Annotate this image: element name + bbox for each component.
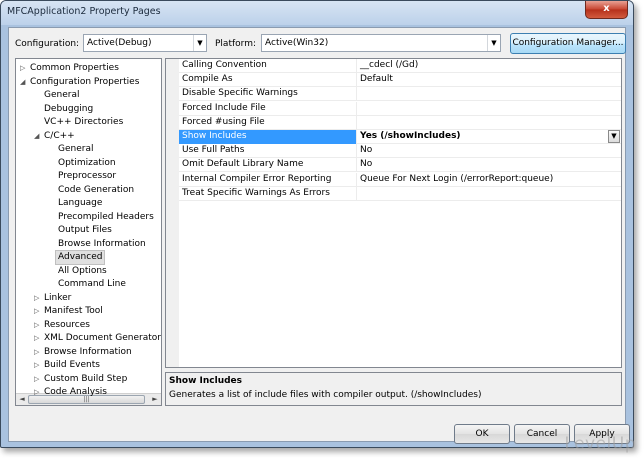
scroll-right-icon[interactable]: ► bbox=[150, 395, 160, 403]
chevron-down-icon: ▼ bbox=[487, 35, 500, 51]
property-value[interactable] bbox=[358, 87, 621, 101]
property-row[interactable]: Compile As Default bbox=[179, 73, 621, 88]
close-button[interactable]: x bbox=[585, 1, 628, 19]
tree-item[interactable]: XML Document Generator bbox=[44, 332, 161, 345]
platform-value: Active(Win32) bbox=[265, 38, 329, 48]
property-row[interactable]: Treat Specific Warnings As Errors bbox=[179, 186, 621, 201]
scroll-left-icon[interactable]: ◄ bbox=[17, 395, 27, 403]
collapsed-arrow-icon[interactable]: ▷ bbox=[34, 386, 42, 399]
configuration-value: Active(Debug) bbox=[87, 38, 152, 48]
property-pages-window: MFCApplication2 Property Pages x Configu… bbox=[0, 0, 634, 448]
dialog-client: Configuration: Active(Debug) ▼ Platform:… bbox=[8, 27, 630, 444]
tree-item[interactable]: Precompiled Headers bbox=[58, 211, 154, 224]
platform-label: Platform: bbox=[215, 39, 256, 49]
property-name[interactable]: Internal Compiler Error Reporting bbox=[179, 172, 357, 187]
ok-button[interactable]: OK bbox=[454, 424, 510, 444]
configuration-combo[interactable]: Active(Debug) ▼ bbox=[83, 34, 207, 52]
property-name[interactable]: Forced Include File bbox=[179, 101, 357, 116]
property-name[interactable]: Treat Specific Warnings As Errors bbox=[179, 186, 357, 201]
tree-item[interactable]: Code Analysis bbox=[44, 386, 107, 399]
property-row[interactable]: Use Full Paths No bbox=[179, 144, 621, 159]
property-row[interactable]: Show Includes Yes (/showIncludes) ▼ bbox=[179, 130, 621, 144]
collapsed-arrow-icon[interactable]: ▷ bbox=[34, 292, 42, 305]
property-row[interactable]: Omit Default Library Name No bbox=[179, 158, 621, 173]
chevron-down-icon: ▼ bbox=[193, 35, 206, 51]
configuration-label: Configuration: bbox=[15, 39, 80, 49]
configuration-manager-button[interactable]: Configuration Manager... bbox=[510, 33, 626, 54]
tree-item[interactable]: General bbox=[58, 143, 93, 156]
property-value[interactable]: Default bbox=[358, 73, 621, 87]
tree-item[interactable]: C/C++ bbox=[44, 130, 75, 143]
property-row[interactable]: Calling Convention __cdecl (/Gd) bbox=[179, 59, 621, 73]
property-name[interactable]: Disable Specific Warnings bbox=[179, 87, 357, 102]
property-value[interactable] bbox=[358, 116, 621, 130]
property-name[interactable]: Forced #using File bbox=[179, 115, 357, 130]
tree-item[interactable]: Linker bbox=[44, 292, 71, 305]
tree-item[interactable]: Resources bbox=[44, 319, 90, 332]
tree-item[interactable]: Build Events bbox=[44, 359, 100, 372]
collapsed-arrow-icon[interactable]: ▷ bbox=[34, 373, 42, 386]
property-value[interactable]: __cdecl (/Gd) bbox=[358, 59, 621, 73]
collapsed-arrow-icon[interactable]: ▷ bbox=[34, 346, 42, 359]
tree-item[interactable]: Preprocessor bbox=[58, 170, 116, 183]
property-name[interactable]: Compile As bbox=[179, 73, 357, 88]
property-tree[interactable]: ◄ ||| ► ▷ Common Properties ◢ Configuration… bbox=[15, 58, 162, 406]
tree-item[interactable]: All Options bbox=[58, 265, 107, 278]
property-value[interactable] bbox=[358, 102, 621, 116]
property-row[interactable]: Forced Include File bbox=[179, 101, 621, 116]
window-title: MFCApplication2 Property Pages bbox=[7, 6, 161, 17]
property-value[interactable]: No bbox=[358, 144, 621, 158]
description-title: Show Includes bbox=[169, 376, 243, 386]
description-panel: Show Includes Generates a list of includ… bbox=[165, 372, 622, 406]
tree-item[interactable]: General bbox=[44, 89, 79, 102]
property-value[interactable]: No bbox=[358, 158, 621, 172]
tree-item[interactable]: Command Line bbox=[58, 278, 126, 291]
platform-combo[interactable]: Active(Win32) ▼ bbox=[261, 34, 501, 52]
property-grid[interactable]: Calling Convention __cdecl (/Gd) Compile A… bbox=[165, 58, 622, 368]
property-value[interactable] bbox=[358, 187, 621, 201]
collapsed-arrow-icon[interactable]: ▷ bbox=[34, 305, 42, 318]
tree-item[interactable]: Debugging bbox=[44, 103, 93, 116]
close-icon: x bbox=[603, 3, 610, 14]
tree-item[interactable]: Output Files bbox=[58, 224, 112, 237]
watermark-logo: LevelUp bbox=[564, 434, 636, 454]
tree-item[interactable]: Custom Build Step bbox=[44, 373, 127, 386]
tree-item[interactable]: Manifest Tool bbox=[44, 305, 103, 318]
collapsed-arrow-icon[interactable]: ▷ bbox=[20, 62, 28, 75]
tree-item[interactable]: Configuration Properties bbox=[30, 76, 139, 89]
collapsed-arrow-icon[interactable]: ▷ bbox=[34, 332, 42, 345]
tree-item[interactable]: Browse Information bbox=[58, 238, 146, 251]
tree-item[interactable]: Optimization bbox=[58, 157, 116, 170]
property-name[interactable]: Calling Convention bbox=[179, 59, 357, 73]
property-row[interactable]: Disable Specific Warnings bbox=[179, 87, 621, 102]
property-row[interactable]: Forced #using File bbox=[179, 115, 621, 130]
collapsed-arrow-icon[interactable]: ▷ bbox=[34, 359, 42, 372]
property-value[interactable]: Yes (/showIncludes) bbox=[358, 130, 621, 144]
tree-item[interactable]: VC++ Directories bbox=[44, 116, 123, 129]
property-value[interactable]: Queue For Next Login (/errorReport:queue… bbox=[358, 173, 621, 187]
grid-margin bbox=[166, 59, 179, 367]
cancel-button[interactable]: Cancel bbox=[514, 424, 570, 444]
tree-item[interactable]: Language bbox=[58, 197, 102, 210]
expanded-arrow-icon[interactable]: ◢ bbox=[34, 130, 42, 143]
description-text: Generates a list of include files with c… bbox=[169, 390, 482, 400]
title-bar[interactable]: MFCApplication2 Property Pages x bbox=[1, 1, 633, 25]
property-row[interactable]: Internal Compiler Error Reporting Queue F… bbox=[179, 172, 621, 187]
expanded-arrow-icon[interactable]: ◢ bbox=[20, 76, 28, 89]
property-name[interactable]: Use Full Paths bbox=[179, 144, 357, 159]
property-name[interactable]: Omit Default Library Name bbox=[179, 158, 357, 173]
tree-item[interactable]: Code Generation bbox=[58, 184, 134, 197]
chevron-down-icon[interactable]: ▼ bbox=[608, 130, 620, 143]
property-name[interactable]: Show Includes bbox=[179, 130, 357, 144]
tree-item[interactable]: Browse Information bbox=[44, 346, 132, 359]
tree-item[interactable]: Advanced bbox=[54, 250, 106, 265]
collapsed-arrow-icon[interactable]: ▷ bbox=[34, 319, 42, 332]
tree-item[interactable]: Common Properties bbox=[30, 62, 119, 75]
